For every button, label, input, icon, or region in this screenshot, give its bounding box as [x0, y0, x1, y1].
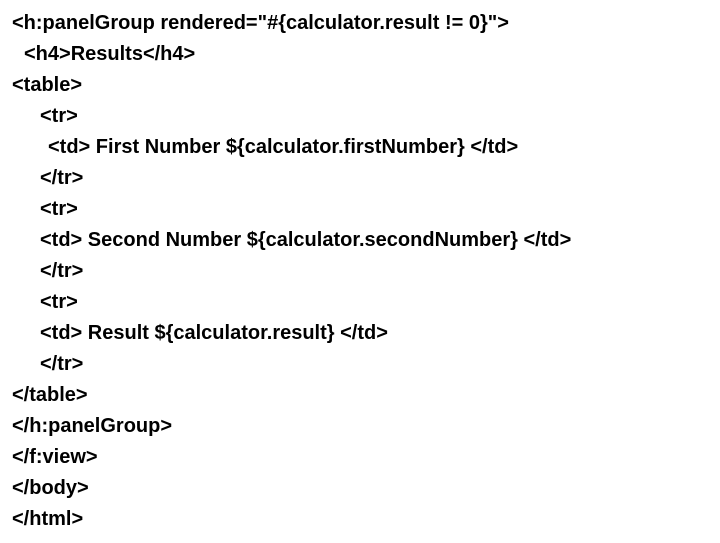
- code-line-3: <tr>: [12, 101, 708, 132]
- code-line-2: <table>: [12, 70, 708, 101]
- code-line-14: </f:view>: [12, 442, 708, 473]
- code-line-12: </table>: [12, 380, 708, 411]
- code-line-13: </h:panelGroup>: [12, 411, 708, 442]
- code-line-16: </html>: [12, 504, 708, 535]
- code-line-15: </body>: [12, 473, 708, 504]
- code-line-1: <h4>Results</h4>: [12, 39, 708, 70]
- code-line-7: <td> Second Number ${calculator.secondNu…: [12, 225, 708, 256]
- code-line-11: </tr>: [12, 349, 708, 380]
- code-block: <h:panelGroup rendered="#{calculator.res…: [12, 8, 708, 535]
- code-line-4: <td> First Number ${calculator.firstNumb…: [12, 132, 708, 163]
- code-line-10: <td> Result ${calculator.result} </td>: [12, 318, 708, 349]
- code-line-0: <h:panelGroup rendered="#{calculator.res…: [12, 8, 708, 39]
- code-line-9: <tr>: [12, 287, 708, 318]
- code-line-8: </tr>: [12, 256, 708, 287]
- code-line-6: <tr>: [12, 194, 708, 225]
- code-line-5: </tr>: [12, 163, 708, 194]
